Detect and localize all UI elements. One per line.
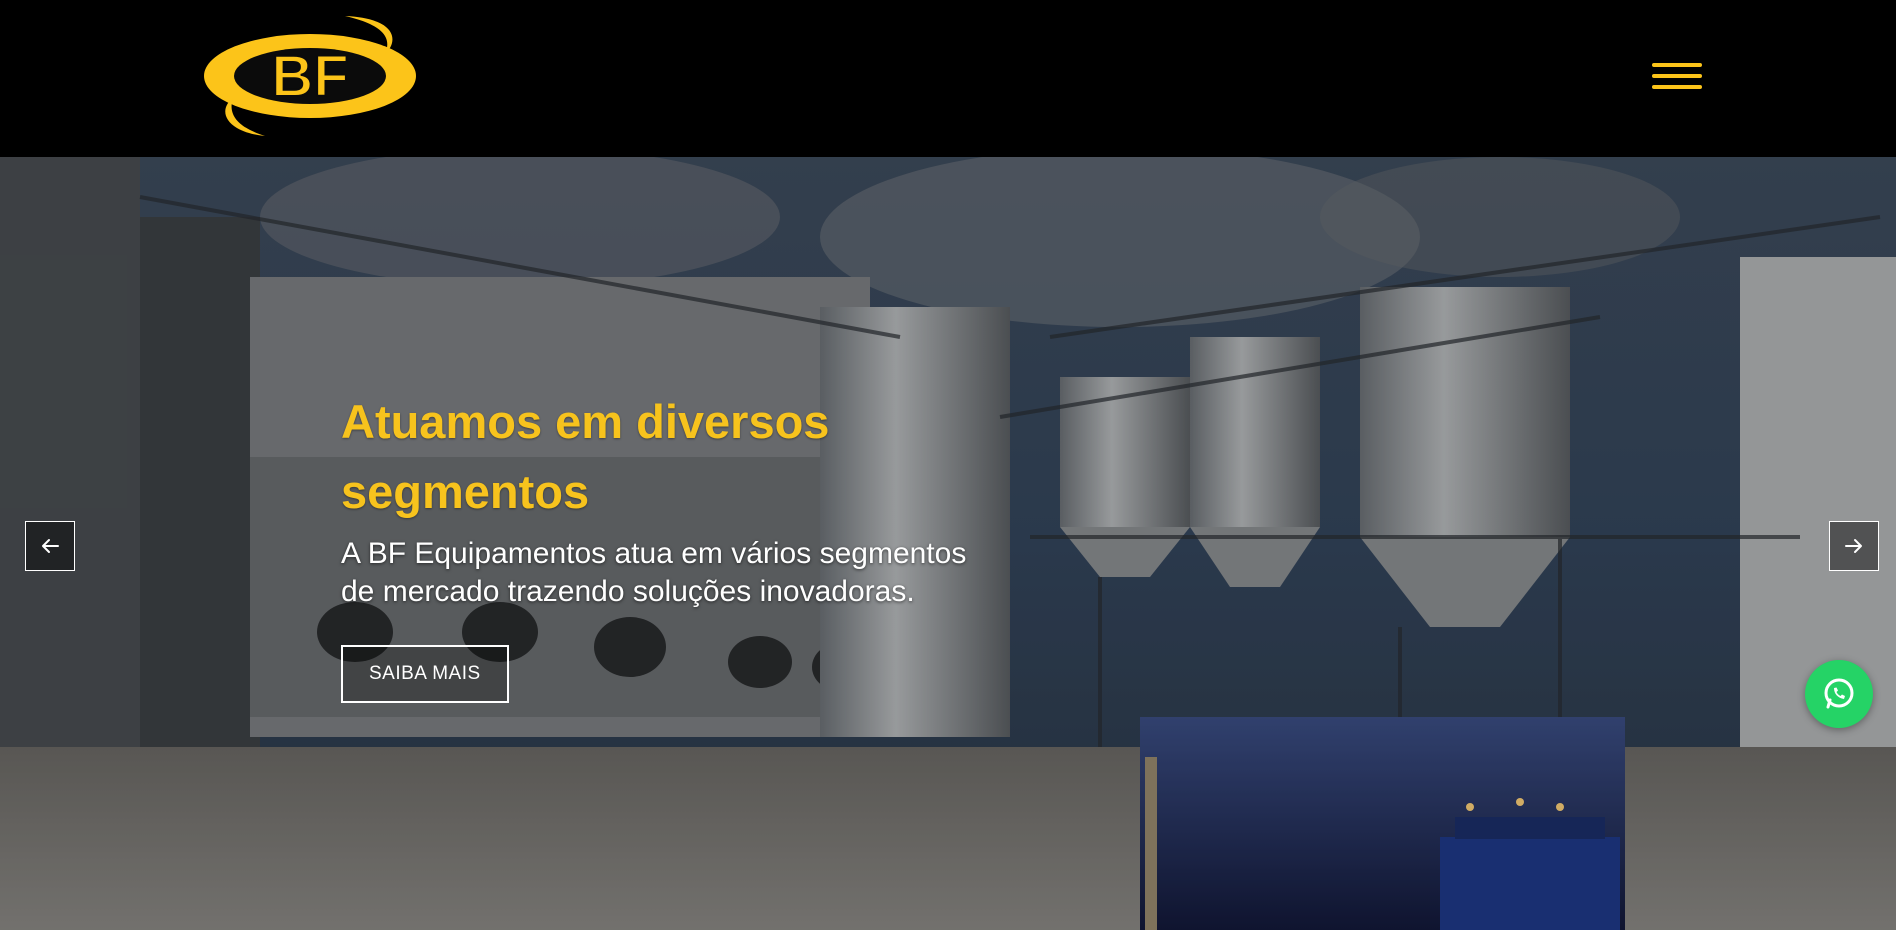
logo-text: BF xyxy=(271,44,348,109)
whatsapp-button[interactable] xyxy=(1805,660,1873,728)
next-slide-button[interactable] xyxy=(1829,521,1879,571)
hero-content: Atuamos em diversos segmentos A BF Equip… xyxy=(341,387,1061,703)
site-header: BF xyxy=(0,0,1896,157)
arrow-right-icon xyxy=(1845,539,1862,553)
whatsapp-icon xyxy=(1824,678,1854,709)
hero-title: Atuamos em diversos segmentos xyxy=(341,395,830,518)
saiba-mais-button[interactable]: SAIBA MAIS xyxy=(341,645,509,703)
arrow-left-icon xyxy=(42,539,59,553)
hero-slider: Atuamos em diversos segmentos A BF Equip… xyxy=(0,157,1896,930)
bf-logo[interactable]: BF xyxy=(195,10,425,142)
hero-description: A BF Equipamentos atua em vários segment… xyxy=(341,537,967,608)
prev-slide-button[interactable] xyxy=(25,521,75,571)
hamburger-menu-icon[interactable] xyxy=(1652,58,1704,94)
